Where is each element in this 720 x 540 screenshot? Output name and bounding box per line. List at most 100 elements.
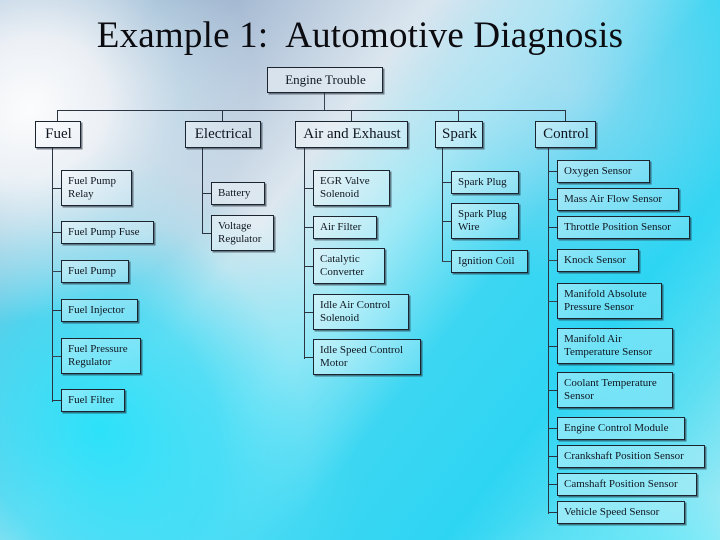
node-label: Spark Plug [458, 175, 507, 188]
node-label: Fuel Filter [68, 393, 115, 406]
node-idle-speed-control-motor[interactable]: Idle Speed Control Motor [313, 339, 421, 375]
connector-branch-control-9 [548, 456, 557, 457]
node-label: Engine Trouble [285, 72, 366, 87]
connector-branch-control-4 [548, 260, 557, 261]
node-engine-trouble[interactable]: Engine Trouble [267, 67, 383, 93]
connector-branch-control-6 [548, 346, 557, 347]
node-label: Fuel Pump [68, 264, 116, 277]
connector-branch-control-3 [548, 227, 557, 228]
node-air-filter[interactable]: Air Filter [313, 216, 377, 239]
connector-spine-spark [442, 148, 443, 262]
node-engine-control-module[interactable]: Engine Control Module [557, 417, 685, 440]
node-coolant-temperature-sensor[interactable]: Coolant Temperature Sensor [557, 372, 673, 408]
node-camshaft-position-sensor[interactable]: Camshaft Position Sensor [557, 473, 697, 496]
connector-spine-fuel [52, 148, 53, 402]
node-label: Manifold Air Temperature Sensor [564, 333, 653, 358]
connector-branch-spark-1 [442, 182, 451, 183]
node-label: Fuel [45, 125, 72, 142]
node-label: Fuel Pump Fuse [68, 225, 140, 238]
node-fuel-injector[interactable]: Fuel Injector [61, 299, 138, 322]
connector-spine-electrical [202, 148, 203, 234]
node-label: Mass Air Flow Sensor [564, 192, 663, 205]
node-ignition-coil[interactable]: Ignition Coil [451, 250, 528, 273]
node-label: Knock Sensor [564, 253, 627, 266]
node-label: Spark [442, 125, 477, 142]
node-mass-air-flow-sensor[interactable]: Mass Air Flow Sensor [557, 188, 679, 211]
connector-branch-electrical-1 [202, 193, 211, 194]
node-fuel-pump[interactable]: Fuel Pump [61, 260, 129, 283]
node-label: Electrical [194, 125, 253, 142]
node-throttle-position-sensor[interactable]: Throttle Position Sensor [557, 216, 690, 239]
connector-branch-air-3 [304, 266, 313, 267]
node-category-control[interactable]: Control [535, 121, 596, 148]
connector-branch-air-1 [304, 188, 313, 189]
connector-branch-control-7 [548, 390, 557, 391]
node-crankshaft-position-sensor[interactable]: Crankshaft Position Sensor [557, 445, 705, 468]
node-label: Engine Control Module [564, 421, 669, 434]
connector-branch-fuel-5 [52, 356, 61, 357]
node-battery[interactable]: Battery [211, 182, 265, 205]
connector-spine-control [548, 148, 549, 514]
connector-branch-control-5 [548, 301, 557, 302]
connector-branch-control-10 [548, 484, 557, 485]
connector-branch-electrical-2 [202, 233, 211, 234]
node-category-air-and-exhaust[interactable]: Air and Exhaust [295, 121, 408, 148]
node-label: Fuel Injector [68, 303, 125, 316]
node-category-electrical[interactable]: Electrical [185, 121, 261, 148]
node-label: Air and Exhaust [303, 125, 401, 142]
node-knock-sensor[interactable]: Knock Sensor [557, 249, 639, 272]
node-voltage-regulator[interactable]: Voltage Regulator [211, 215, 274, 251]
node-category-fuel[interactable]: Fuel [35, 121, 81, 148]
connector-drop-control [565, 110, 566, 121]
node-label: Camshaft Position Sensor [564, 477, 678, 490]
node-label: Fuel Pressure Regulator [68, 343, 128, 368]
node-label: Throttle Position Sensor [564, 220, 671, 233]
node-vehicle-speed-sensor[interactable]: Vehicle Speed Sensor [557, 501, 685, 524]
node-label: Fuel Pump Relay [68, 175, 116, 200]
node-label: Crankshaft Position Sensor [564, 449, 684, 462]
connector-branch-air-5 [304, 357, 313, 358]
node-egr-valve-solenoid[interactable]: EGR Valve Solenoid [313, 170, 390, 206]
connector-branch-fuel-1 [52, 188, 61, 189]
node-category-spark[interactable]: Spark [435, 121, 483, 148]
node-fuel-pump-fuse[interactable]: Fuel Pump Fuse [61, 221, 154, 244]
node-spark-plug[interactable]: Spark Plug [451, 171, 519, 194]
connector-branch-control-1 [548, 171, 557, 172]
node-label: Ignition Coil [458, 254, 515, 267]
node-label: Idle Speed Control Motor [320, 344, 404, 369]
node-label: Air Filter [320, 220, 362, 233]
node-manifold-absolute-pressure-sensor[interactable]: Manifold Absolute Pressure Sensor [557, 283, 662, 319]
connector-branch-air-4 [304, 312, 313, 313]
node-spark-plug-wire[interactable]: Spark Plug Wire [451, 203, 519, 239]
connector-branch-spark-3 [442, 261, 451, 262]
connector-drop-electrical [222, 110, 223, 121]
node-label: Manifold Absolute Pressure Sensor [564, 288, 647, 313]
connector-branch-control-2 [548, 199, 557, 200]
node-label: Battery [218, 186, 251, 199]
slide-title: Example 1: Automotive Diagnosis [96, 15, 624, 56]
connector-spine-air-and-exhaust [304, 148, 305, 359]
slide-canvas: Example 1: Automotive Diagnosis Engine T… [0, 0, 720, 540]
node-label: Idle Air Control Solenoid [320, 299, 391, 324]
node-label: Coolant Temperature Sensor [564, 377, 657, 402]
connector-drop-air-and-exhaust [351, 110, 352, 121]
node-fuel-pump-relay[interactable]: Fuel Pump Relay [61, 170, 132, 206]
node-fuel-filter[interactable]: Fuel Filter [61, 389, 125, 412]
node-label: Vehicle Speed Sensor [564, 505, 660, 518]
node-label: Catalytic Converter [320, 253, 364, 278]
connector-drop-spark [458, 110, 459, 121]
connector-branch-fuel-3 [52, 271, 61, 272]
connector-drop-fuel [57, 110, 58, 121]
connector-branch-fuel-2 [52, 232, 61, 233]
connector-branch-fuel-4 [52, 310, 61, 311]
node-catalytic-converter[interactable]: Catalytic Converter [313, 248, 385, 284]
connector-branch-spark-2 [442, 221, 451, 222]
node-fuel-pressure-regulator[interactable]: Fuel Pressure Regulator [61, 338, 141, 374]
connector-branch-fuel-6 [52, 400, 61, 401]
node-manifold-air-temperature-sensor[interactable]: Manifold Air Temperature Sensor [557, 328, 673, 364]
node-oxygen-sensor[interactable]: Oxygen Sensor [557, 160, 650, 183]
connector-root-stem [324, 93, 325, 110]
node-label: Oxygen Sensor [564, 164, 632, 177]
connector-branch-air-2 [304, 227, 313, 228]
node-idle-air-control-solenoid[interactable]: Idle Air Control Solenoid [313, 294, 409, 330]
